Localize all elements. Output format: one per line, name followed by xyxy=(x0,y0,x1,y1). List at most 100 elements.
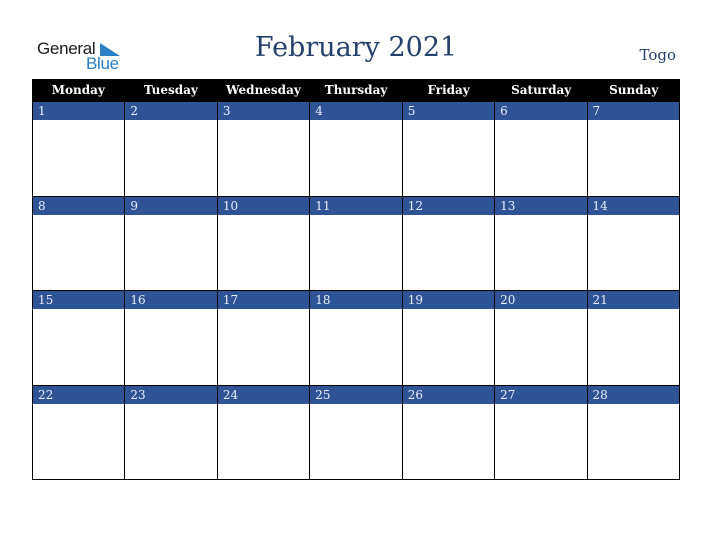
day-cell[interactable]: 20 xyxy=(494,291,587,386)
day-number: 12 xyxy=(402,196,495,215)
day-cell[interactable]: 11 xyxy=(309,196,402,291)
day-number: 7 xyxy=(587,102,679,120)
day-cell[interactable]: 16 xyxy=(124,291,217,386)
country-label: Togo xyxy=(639,46,676,64)
day-notes-area[interactable] xyxy=(403,215,494,291)
day-notes-area[interactable] xyxy=(125,120,216,196)
day-cell[interactable]: 17 xyxy=(216,291,310,386)
day-notes-area[interactable] xyxy=(310,309,401,385)
day-number: 21 xyxy=(587,291,679,309)
day-number: 17 xyxy=(217,291,310,309)
day-number: 6 xyxy=(495,102,587,120)
day-number: 18 xyxy=(310,291,402,309)
day-cell[interactable]: 10 xyxy=(216,196,310,291)
day-notes-area[interactable] xyxy=(495,404,586,480)
weekday-header-row: Monday Tuesday Wednesday Thursday Friday… xyxy=(32,79,680,102)
day-cell[interactable]: 12 xyxy=(401,196,495,291)
day-number: 8 xyxy=(33,196,125,215)
week-row: 15 16 17 18 19 20 21 xyxy=(32,291,680,386)
day-cell[interactable]: 6 xyxy=(494,102,587,197)
day-notes-area[interactable] xyxy=(310,120,401,196)
day-notes-area[interactable] xyxy=(403,404,494,480)
day-number: 15 xyxy=(33,291,125,309)
day-number: 25 xyxy=(310,385,402,404)
weekday-tuesday: Tuesday xyxy=(143,83,198,97)
day-notes-area[interactable] xyxy=(218,309,309,385)
day-notes-area[interactable] xyxy=(403,309,494,385)
day-notes-area[interactable] xyxy=(310,404,401,480)
day-number: 16 xyxy=(125,291,217,309)
day-cell[interactable]: 24 xyxy=(216,385,310,480)
day-notes-area[interactable] xyxy=(33,309,124,385)
day-number: 10 xyxy=(217,196,310,215)
day-cell[interactable]: 18 xyxy=(309,291,402,386)
day-notes-area[interactable] xyxy=(218,215,309,291)
day-cell[interactable]: 23 xyxy=(124,385,217,480)
day-cell[interactable]: 15 xyxy=(32,291,125,386)
week-row: 22 23 24 25 26 27 28 xyxy=(32,385,680,480)
day-notes-area[interactable] xyxy=(33,120,124,196)
day-cell[interactable]: 13 xyxy=(494,196,587,291)
day-notes-area[interactable] xyxy=(218,120,309,196)
day-notes-area[interactable] xyxy=(588,309,679,385)
day-number: 20 xyxy=(495,291,587,309)
day-cell[interactable]: 5 xyxy=(401,102,495,197)
day-number: 4 xyxy=(310,102,402,120)
day-cell[interactable]: 21 xyxy=(586,291,680,386)
day-cell[interactable]: 25 xyxy=(309,385,402,480)
day-cell[interactable]: 22 xyxy=(32,385,125,480)
day-cell[interactable]: 14 xyxy=(586,196,680,291)
day-cell[interactable]: 7 xyxy=(586,102,680,197)
week-row: 1234567 xyxy=(32,102,680,197)
day-number: 22 xyxy=(33,385,125,404)
day-number: 11 xyxy=(310,196,402,215)
day-number: 13 xyxy=(495,196,587,215)
day-cell[interactable]: 28 xyxy=(586,385,680,480)
day-cell[interactable]: 2 xyxy=(124,102,217,197)
day-number: 3 xyxy=(217,102,310,120)
day-notes-area[interactable] xyxy=(33,215,124,291)
day-notes-area[interactable] xyxy=(125,404,216,480)
day-number: 27 xyxy=(495,385,587,404)
day-cell[interactable]: 26 xyxy=(401,385,495,480)
day-notes-area[interactable] xyxy=(218,404,309,480)
day-cell[interactable]: 4 xyxy=(309,102,402,197)
calendar-title: February 2021 xyxy=(254,32,458,63)
day-cell[interactable]: 3 xyxy=(216,102,310,197)
day-notes-area[interactable] xyxy=(33,404,124,480)
day-notes-area[interactable] xyxy=(310,215,401,291)
day-cell[interactable]: 9 xyxy=(124,196,217,291)
day-notes-area[interactable] xyxy=(588,404,679,480)
day-notes-area[interactable] xyxy=(495,120,586,196)
weekday-saturday: Saturday xyxy=(511,83,572,97)
day-number: 24 xyxy=(217,385,310,404)
day-number: 14 xyxy=(587,196,679,215)
day-notes-area[interactable] xyxy=(495,215,586,291)
weekday-sunday: Sunday xyxy=(609,83,659,97)
week-row: 8 9 10 11 12 13 14 xyxy=(32,196,680,291)
day-cell[interactable]: 27 xyxy=(494,385,587,480)
weekday-friday: Friday xyxy=(427,83,470,97)
day-notes-area[interactable] xyxy=(588,215,679,291)
day-number: 1 xyxy=(33,102,125,120)
day-cell[interactable]: 19 xyxy=(401,291,495,386)
day-number: 26 xyxy=(402,385,495,404)
day-notes-area[interactable] xyxy=(403,120,494,196)
day-notes-area[interactable] xyxy=(588,120,679,196)
weekday-thursday: Thursday xyxy=(324,83,388,97)
day-number: 2 xyxy=(125,102,217,120)
day-number: 9 xyxy=(125,196,217,215)
day-number: 5 xyxy=(402,102,495,120)
calendar-grid: Monday Tuesday Wednesday Thursday Friday… xyxy=(32,79,680,480)
day-number: 28 xyxy=(587,385,679,404)
day-notes-area[interactable] xyxy=(125,215,216,291)
day-cell[interactable]: 8 xyxy=(32,196,125,291)
day-number: 23 xyxy=(125,385,217,404)
weeks-container: 1 2 3 4 5 6 7 8 9 10 11 12 13 14 15 16 17 18 19 20 21 22 23 24 2… xyxy=(32,102,680,480)
day-cell[interactable]: 1 xyxy=(32,102,125,197)
day-notes-area[interactable] xyxy=(125,309,216,385)
day-notes-area[interactable] xyxy=(495,309,586,385)
weekday-monday: Monday xyxy=(51,83,105,97)
weekday-wednesday: Wednesday xyxy=(226,83,301,97)
day-number: 19 xyxy=(402,291,495,309)
